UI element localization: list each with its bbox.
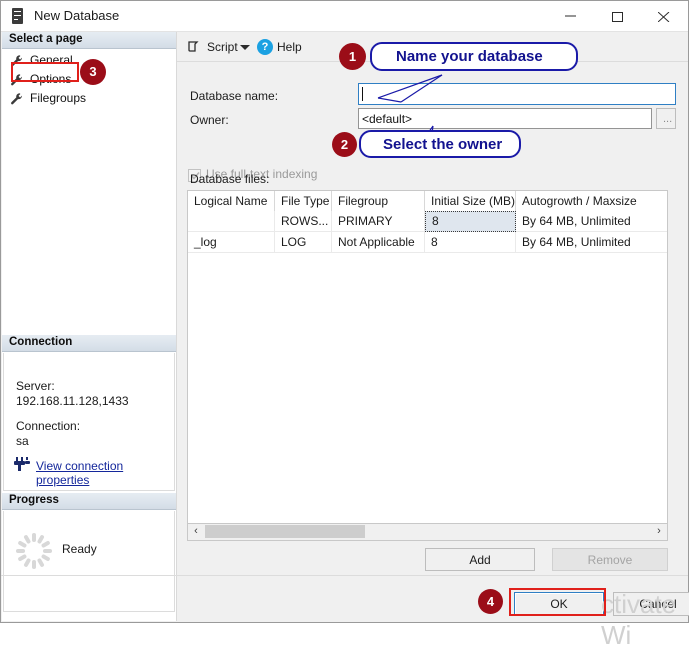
server-value: 192.168.11.128,1433	[16, 394, 129, 408]
remove-button: Remove	[552, 548, 668, 571]
loading-spinner-icon	[16, 533, 52, 569]
grid-header-row: Logical Name File Type Filegroup Initial…	[188, 191, 668, 211]
scrollbar-thumb[interactable]	[205, 525, 365, 538]
callout-2: Select the owner	[359, 130, 521, 158]
column-header-autogrowth[interactable]: Autogrowth / Maxsize	[516, 191, 668, 211]
database-name-label: Database name:	[190, 89, 278, 103]
window-title: New Database	[34, 8, 119, 23]
step-badge-2: 2	[332, 132, 357, 157]
column-header-logical-name[interactable]: Logical Name	[188, 191, 275, 211]
step-badge-1: 1	[339, 43, 366, 70]
select-a-page-header: Select a page	[2, 32, 176, 49]
scroll-left-arrow-icon[interactable]: ‹	[188, 524, 204, 539]
ok-highlight-box	[509, 588, 606, 616]
wrench-icon	[10, 92, 24, 106]
owner-browse-button[interactable]: ...	[656, 108, 676, 129]
cell-logical-name[interactable]: _log	[188, 232, 275, 253]
footer-divider	[1, 575, 688, 576]
database-name-input[interactable]	[358, 83, 676, 105]
server-label: Server:	[16, 379, 55, 393]
add-button[interactable]: Add	[425, 548, 535, 571]
cell-logical-name[interactable]	[188, 211, 275, 232]
spinner-dot	[32, 533, 36, 542]
connection-panel: Server: 192.168.11.128,1433 Connection: …	[3, 353, 175, 491]
scroll-right-arrow-icon[interactable]: ›	[651, 524, 667, 539]
help-question-icon[interactable]: ?	[257, 39, 273, 55]
spinner-dot	[41, 540, 51, 548]
callout-2-text: Select the owner	[383, 136, 502, 153]
main-panel: Script ? Help Database name: Owner: ... …	[177, 32, 687, 621]
table-row[interactable]: ROWS... PRIMARY 8 By 64 MB, Unlimited	[188, 211, 668, 232]
chevron-down-icon[interactable]	[240, 45, 250, 50]
script-button[interactable]: Script	[207, 40, 238, 54]
database-files-grid: Logical Name File Type Filegroup Initial…	[187, 190, 668, 524]
help-button[interactable]: Help	[277, 40, 302, 54]
owner-input[interactable]	[358, 108, 652, 129]
grid-horizontal-scrollbar[interactable]: ‹ ›	[187, 524, 668, 541]
spinner-dot	[32, 560, 36, 569]
column-header-filegroup[interactable]: Filegroup	[332, 191, 425, 211]
step-badge-3: 3	[80, 59, 106, 85]
script-icon	[187, 40, 202, 55]
spinner-dot	[16, 549, 25, 553]
sidebar: Select a page General Options Filegroups	[2, 32, 176, 621]
view-connection-properties-link[interactable]: View connection properties	[36, 459, 174, 487]
cell-autogrowth[interactable]: By 64 MB, Unlimited	[516, 211, 668, 232]
cell-filegroup[interactable]: Not Applicable	[332, 232, 425, 253]
new-database-dialog: New Database Select a page General	[0, 0, 689, 623]
title-bar: New Database	[1, 1, 688, 32]
spinner-dot	[23, 558, 31, 568]
spinner-dot	[43, 549, 52, 553]
cell-initial-size[interactable]: 8	[425, 232, 516, 253]
connection-header: Connection	[2, 335, 176, 352]
text-cursor	[362, 87, 363, 101]
database-files-label: Database files:	[190, 172, 269, 186]
activation-watermark: ctivate Wi	[601, 589, 688, 651]
progress-header: Progress	[2, 493, 176, 510]
cell-file-type[interactable]: LOG	[275, 232, 332, 253]
cell-file-type[interactable]: ROWS...	[275, 211, 332, 232]
progress-status: Ready	[62, 542, 97, 556]
callout-1: Name your database	[370, 42, 578, 71]
cell-initial-size[interactable]: 8	[425, 211, 516, 232]
owner-label: Owner:	[190, 113, 229, 127]
column-header-file-type[interactable]: File Type	[275, 191, 332, 211]
cell-filegroup[interactable]: PRIMARY	[332, 211, 425, 232]
column-header-initial-size[interactable]: Initial Size (MB)	[425, 191, 516, 211]
progress-panel: Ready	[3, 511, 175, 612]
cell-autogrowth[interactable]: By 64 MB, Unlimited	[516, 232, 668, 253]
options-highlight-box	[11, 62, 79, 82]
step-badge-4: 4	[478, 589, 503, 614]
close-icon[interactable]	[642, 1, 688, 31]
maximize-icon[interactable]	[596, 1, 642, 31]
sidebar-item-filegroups[interactable]: Filegroups	[2, 89, 176, 108]
table-row[interactable]: _log LOG Not Applicable 8 By 64 MB, Unli…	[188, 232, 668, 253]
connection-label: Connection:	[16, 419, 80, 433]
minimize-icon[interactable]	[549, 1, 595, 31]
callout-1-text: Name your database	[396, 48, 543, 65]
plug-icon	[14, 457, 31, 472]
sidebar-item-label: Filegroups	[30, 91, 86, 105]
connection-value: sa	[16, 434, 29, 448]
database-server-icon	[12, 8, 23, 24]
